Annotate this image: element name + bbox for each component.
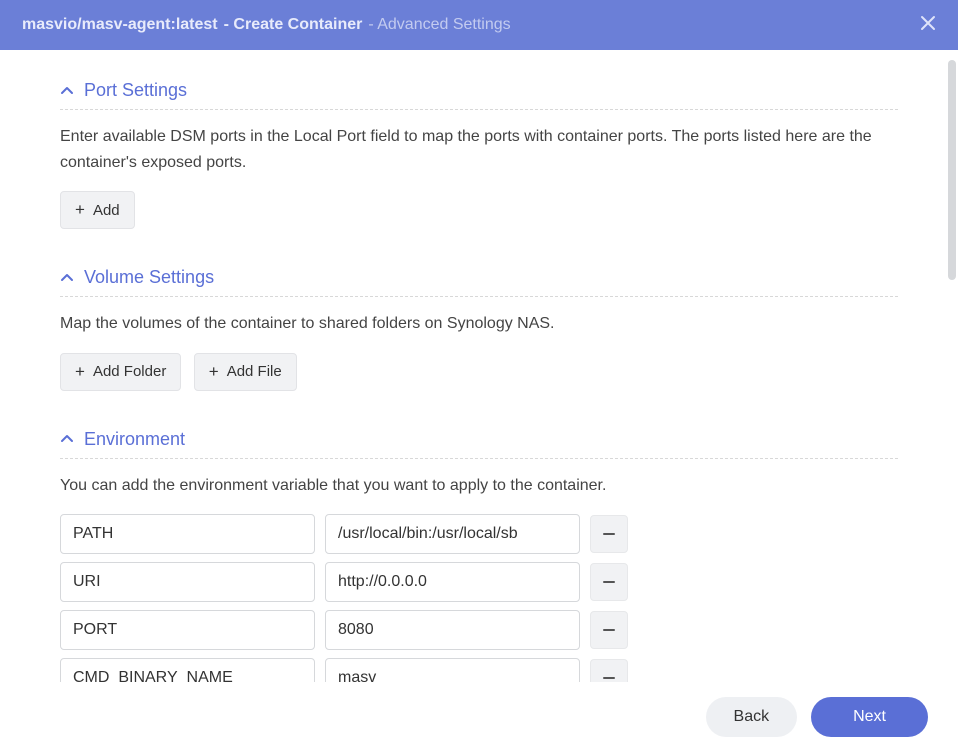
env-row xyxy=(60,514,898,554)
env-key-input[interactable] xyxy=(60,610,315,650)
minus-icon xyxy=(602,575,616,589)
content-area: Port Settings Enter available DSM ports … xyxy=(0,50,958,682)
close-icon[interactable] xyxy=(920,14,936,37)
button-label: Add xyxy=(93,202,120,219)
back-button[interactable]: Back xyxy=(706,697,798,737)
env-key-input[interactable] xyxy=(60,658,315,682)
env-value-input[interactable] xyxy=(325,514,580,554)
plus-icon: + xyxy=(75,362,85,382)
remove-env-button[interactable] xyxy=(590,515,628,553)
button-label: Add Folder xyxy=(93,363,166,380)
section-desc-port: Enter available DSM ports in the Local P… xyxy=(60,124,898,175)
section-title: Environment xyxy=(84,429,185,450)
section-header-volume[interactable]: Volume Settings xyxy=(60,257,898,297)
chevron-up-icon xyxy=(60,432,74,446)
titlebar-title: - Create Container xyxy=(224,16,363,34)
chevron-up-icon xyxy=(60,84,74,98)
button-label: Add File xyxy=(227,363,282,380)
env-row xyxy=(60,610,898,650)
section-header-port[interactable]: Port Settings xyxy=(60,70,898,110)
titlebar-subtitle: - Advanced Settings xyxy=(368,16,510,34)
titlebar-image: masvio/masv-agent:latest xyxy=(22,16,218,34)
add-folder-button[interactable]: + Add Folder xyxy=(60,353,181,391)
env-variable-list xyxy=(60,514,898,682)
remove-env-button[interactable] xyxy=(590,659,628,682)
minus-icon xyxy=(602,671,616,682)
env-key-input[interactable] xyxy=(60,514,315,554)
env-row xyxy=(60,658,898,682)
minus-icon xyxy=(602,623,616,637)
scrollbar[interactable] xyxy=(948,60,956,280)
section-title: Volume Settings xyxy=(84,267,214,288)
env-value-input[interactable] xyxy=(325,562,580,602)
remove-env-button[interactable] xyxy=(590,611,628,649)
remove-env-button[interactable] xyxy=(590,563,628,601)
section-desc-environment: You can add the environment variable tha… xyxy=(60,473,898,499)
section-title: Port Settings xyxy=(84,80,187,101)
env-key-input[interactable] xyxy=(60,562,315,602)
add-port-button[interactable]: + Add xyxy=(60,191,135,229)
add-file-button[interactable]: + Add File xyxy=(194,353,297,391)
section-header-environment[interactable]: Environment xyxy=(60,419,898,459)
footer: Back Next xyxy=(0,682,958,752)
plus-icon: + xyxy=(75,200,85,220)
next-button[interactable]: Next xyxy=(811,697,928,737)
plus-icon: + xyxy=(209,362,219,382)
window-titlebar: masvio/masv-agent:latest - Create Contai… xyxy=(0,0,958,50)
minus-icon xyxy=(602,527,616,541)
env-value-input[interactable] xyxy=(325,658,580,682)
env-row xyxy=(60,562,898,602)
section-desc-volume: Map the volumes of the container to shar… xyxy=(60,311,898,337)
env-value-input[interactable] xyxy=(325,610,580,650)
chevron-up-icon xyxy=(60,271,74,285)
